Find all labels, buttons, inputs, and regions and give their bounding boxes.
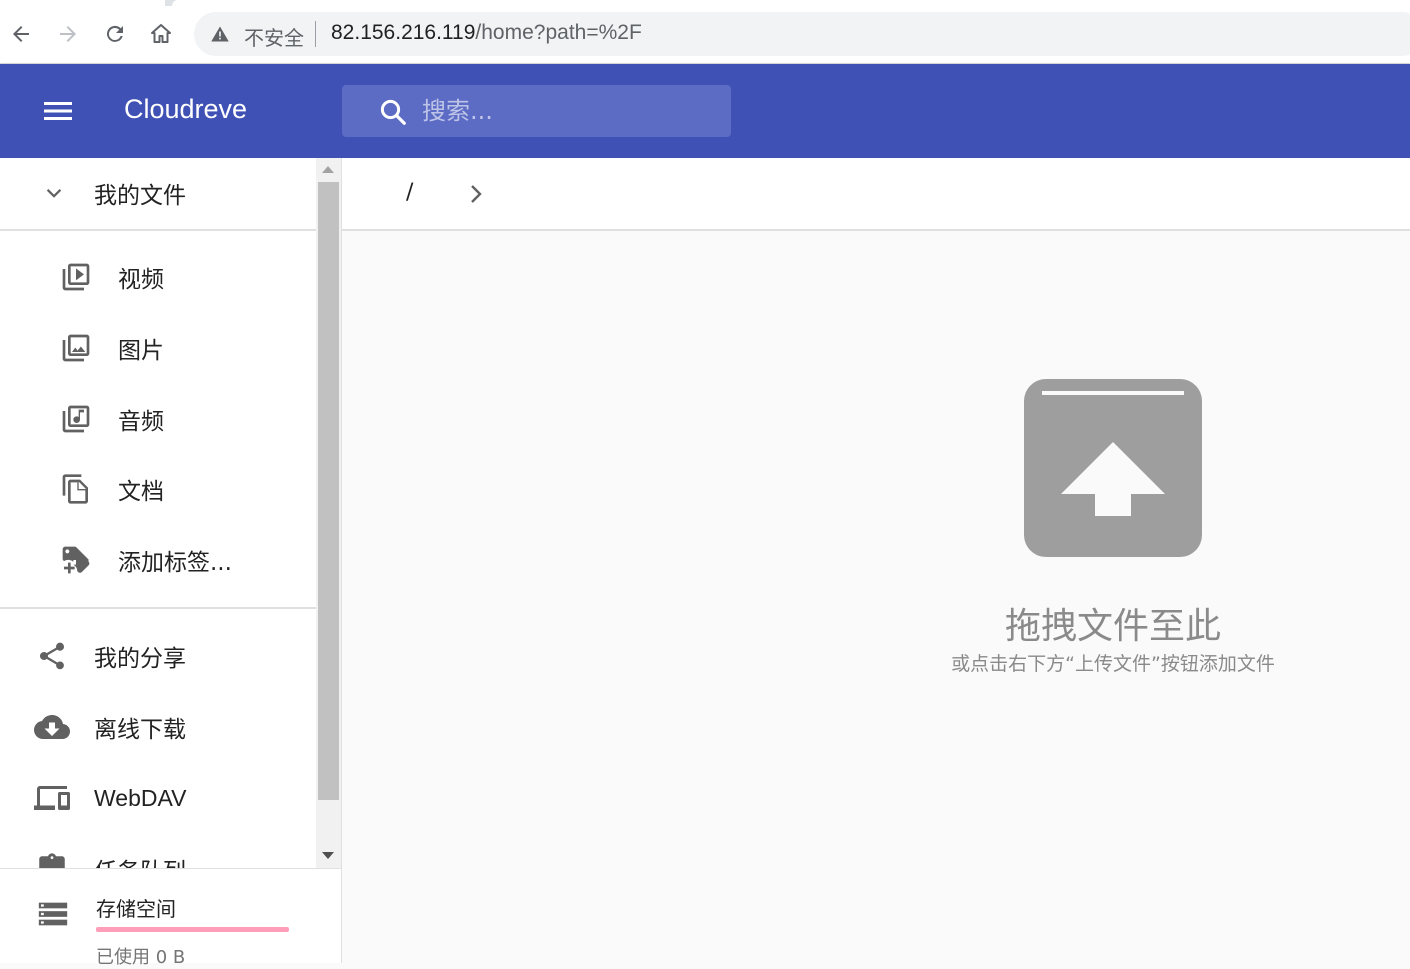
sidebar-item-image[interactable]: 图片 — [0, 317, 316, 379]
search-input[interactable] — [422, 93, 712, 129]
tab-strip — [0, 0, 1410, 6]
upload-box-icon — [1024, 379, 1202, 557]
document-copy-icon — [58, 471, 94, 507]
menu-icon — [44, 102, 72, 120]
url-path: /home?path=%2F — [475, 21, 642, 44]
sidebar-item-label: 视频 — [118, 267, 164, 293]
sidebar-item-label: 离线下载 — [94, 717, 186, 743]
sidebar-item-video[interactable]: 视频 — [0, 246, 316, 308]
reload-icon — [106, 25, 123, 42]
chevron-down-icon[interactable] — [36, 175, 72, 211]
storage-icon — [38, 902, 68, 926]
storage-used-text: 已使用 0 B — [96, 943, 185, 969]
warning-icon[interactable] — [210, 24, 230, 44]
scroll-down-arrow-icon[interactable] — [322, 852, 334, 859]
back-button[interactable] — [6, 19, 36, 49]
sidebar: 我的文件 视频 图片 音频 文档 添加标签... 我的分享 离线下载 WebDA… — [0, 158, 342, 968]
sidebar-item-label: 任务队列 — [94, 852, 186, 868]
storage-label: 存储空间 — [96, 897, 176, 921]
home-button[interactable] — [146, 19, 176, 49]
sidebar-item-label: 我的文件 — [94, 183, 186, 209]
sidebar-item-document[interactable]: 文档 — [0, 458, 316, 520]
sidebar-item-label: 图片 — [118, 338, 164, 364]
file-drop-area[interactable]: 拖拽文件至此 或点击右下方“上传文件”按钮添加文件 — [342, 231, 1410, 963]
scrollbar-thumb[interactable] — [318, 182, 339, 800]
sidebar-scroll-area[interactable]: 我的文件 视频 图片 音频 文档 添加标签... 我的分享 离线下载 WebDA… — [0, 158, 316, 868]
sidebar-item-webdav[interactable]: WebDAV — [0, 767, 316, 829]
browser-tab-current[interactable] — [172, 0, 1410, 6]
sidebar-item-label: 文档 — [118, 479, 164, 505]
omnibox-separator — [315, 21, 316, 47]
sidebar-item-label: 音频 — [118, 409, 164, 435]
storage-usage-bar — [96, 927, 289, 932]
menu-button[interactable] — [35, 88, 81, 134]
sidebar-item-label: 添加标签... — [118, 550, 232, 576]
app-title[interactable]: Cloudreve — [124, 94, 247, 125]
sidebar-item-audio[interactable]: 音频 — [0, 388, 316, 450]
sidebar-item-my-share[interactable]: 我的分享 — [0, 625, 316, 687]
sidebar-item-task-queue[interactable]: 任务队列 — [0, 838, 316, 868]
security-label[interactable]: 不安全 — [244, 22, 304, 51]
music-library-icon — [58, 401, 94, 437]
add-tag-icon — [58, 542, 94, 578]
storage-panel[interactable]: 存储空间 已使用 0 B — [0, 868, 341, 968]
photo-library-icon — [58, 330, 94, 366]
breadcrumb: / — [342, 158, 1410, 231]
video-library-icon — [58, 259, 94, 295]
url-host: 82.156.216.119 — [331, 21, 476, 44]
browser-toolbar: 不安全 82.156.216.119/home?path=%2F — [0, 0, 1410, 64]
forward-button[interactable] — [53, 19, 83, 49]
sidebar-divider — [0, 229, 316, 231]
sidebar-item-label: WebDAV — [94, 784, 187, 811]
search-box[interactable] — [342, 85, 731, 137]
breadcrumb-root[interactable]: / — [406, 180, 413, 205]
search-icon — [380, 99, 406, 125]
clipboard-icon — [34, 851, 70, 868]
sidebar-item-offline-download[interactable]: 离线下载 — [0, 696, 316, 758]
address-bar[interactable]: 不安全 82.156.216.119/home?path=%2F — [194, 12, 1410, 56]
cloud-download-icon — [34, 709, 70, 745]
storage-used-label: 已使用 — [96, 947, 150, 968]
sidebar-scrollbar[interactable] — [316, 158, 341, 868]
arrow-forward-icon — [60, 26, 76, 42]
sidebar-item-my-files[interactable]: 我的文件 — [0, 162, 316, 224]
sidebar-divider — [0, 607, 316, 609]
sidebar-item-label: 我的分享 — [94, 646, 186, 672]
reload-button[interactable] — [100, 19, 130, 49]
devices-icon — [34, 780, 70, 816]
app-bar: Cloudreve — [0, 64, 1410, 158]
sidebar-item-add-tag[interactable]: 添加标签... — [0, 529, 316, 591]
storage-used-value: 0 B — [155, 947, 186, 968]
chevron-right-icon[interactable] — [466, 180, 486, 208]
home-icon — [151, 24, 171, 43]
browser-tab[interactable] — [0, 0, 165, 6]
empty-state-subtitle: 或点击右下方“上传文件”按钮添加文件 — [951, 653, 1275, 675]
arrow-back-icon — [13, 26, 29, 42]
empty-state-title: 拖拽文件至此 — [1004, 606, 1221, 647]
url-text[interactable]: 82.156.216.119/home?path=%2F — [331, 21, 642, 45]
scroll-up-arrow-icon[interactable] — [322, 166, 334, 173]
share-icon — [34, 638, 70, 674]
